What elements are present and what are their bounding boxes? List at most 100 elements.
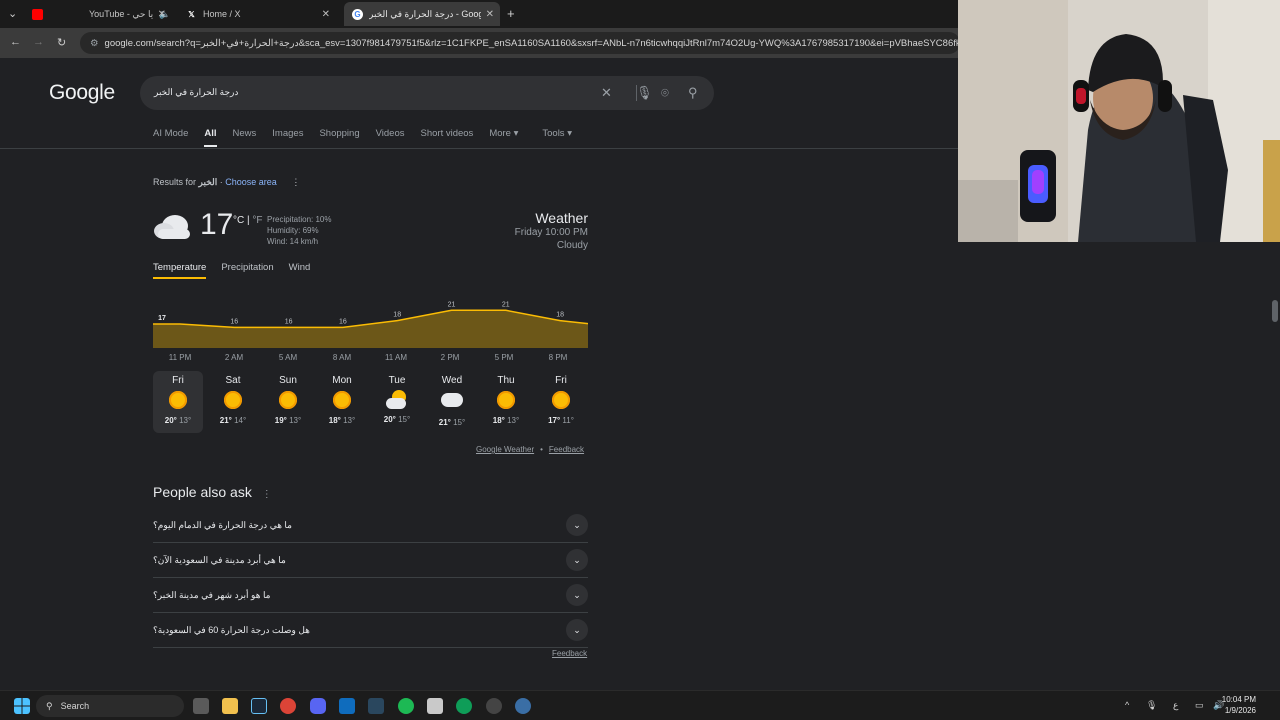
paa-question[interactable]: ما هو أبرد شهر في مدينة الخبر؟ ⌄ bbox=[153, 578, 588, 613]
day-low: 11° bbox=[562, 416, 574, 425]
forecast-day-thu[interactable]: Thu 18° 13° bbox=[481, 371, 531, 433]
fahrenheit-button[interactable]: °F bbox=[252, 215, 262, 226]
tab-ai-mode[interactable]: AI Mode bbox=[153, 128, 188, 139]
day-name: Tue bbox=[388, 375, 406, 386]
chevron-down-icon[interactable]: ⌄ bbox=[566, 549, 588, 571]
page-scrollbar[interactable] bbox=[1272, 300, 1278, 322]
outlook-icon[interactable] bbox=[339, 698, 355, 714]
chevron-down-icon[interactable]: ⌄ bbox=[566, 584, 588, 606]
sun-icon bbox=[552, 391, 570, 409]
chrome-icon[interactable] bbox=[280, 698, 296, 714]
chart-time-axis: 11 PM 2 AM 5 AM 8 AM 11 AM 2 PM 5 PM 8 P… bbox=[153, 353, 588, 365]
sun-icon bbox=[224, 391, 242, 409]
forecast-day-wed[interactable]: Wed 21° 15° bbox=[427, 371, 477, 433]
day-high: 19° bbox=[274, 416, 287, 425]
google-logo[interactable]: Google bbox=[49, 81, 115, 105]
tab-tools[interactable]: Tools ▾ bbox=[542, 128, 572, 139]
paa-question[interactable]: ما هي درجة الحرارة في الدمام اليوم؟ ⌄ bbox=[153, 508, 588, 543]
tab-images[interactable]: Images bbox=[272, 128, 303, 139]
tab-more[interactable]: More ▾ bbox=[489, 128, 518, 139]
tab-search-chevron-icon[interactable]: ⌄ bbox=[8, 7, 17, 20]
address-bar-row: ← → ↻ ⚙ google.com/search?q=درجة+الحرارة… bbox=[0, 28, 960, 58]
lens-icon[interactable]: ⌾ bbox=[661, 85, 669, 101]
forecast-day-sat[interactable]: Sat 21° 14° bbox=[208, 371, 258, 433]
forecast-day-sun[interactable]: Sun 19° 13° bbox=[263, 371, 313, 433]
input-language[interactable]: ع bbox=[1173, 700, 1178, 711]
search-box[interactable]: درجة الحرارة في الخبر ✕ 🎙 ⌾ ⚲ bbox=[140, 76, 714, 110]
wind-text: Wind: 14 km/h bbox=[267, 237, 319, 246]
microphone-icon[interactable]: 🎙 bbox=[1146, 700, 1157, 711]
google-icon: G bbox=[352, 8, 363, 20]
forecast-day-tue[interactable]: Tue 20° 15° bbox=[372, 371, 422, 433]
task-view-icon[interactable] bbox=[193, 698, 209, 714]
clock-time: 10:04 PM bbox=[1221, 695, 1256, 704]
browser-tab-x[interactable]: 𝕏 Home / X ✕ bbox=[186, 4, 336, 24]
forward-icon[interactable]: → bbox=[33, 36, 44, 48]
new-tab-icon[interactable]: + bbox=[507, 6, 515, 21]
paa-question[interactable]: ما هي أبرد مدينة في السعودية الآن؟ ⌄ bbox=[153, 543, 588, 578]
microphone-icon[interactable]: 🎙 bbox=[636, 85, 653, 101]
search-query[interactable]: درجة الحرارة في الخبر bbox=[154, 87, 238, 98]
site-info-icon[interactable]: ⚙ bbox=[90, 38, 99, 49]
tab-videos[interactable]: Videos bbox=[376, 128, 405, 139]
choose-area-link[interactable]: Choose area bbox=[225, 177, 277, 187]
steam-alt-icon[interactable] bbox=[368, 698, 384, 714]
time-label: 11 AM bbox=[384, 353, 408, 362]
tab-temperature[interactable]: Temperature bbox=[153, 262, 207, 279]
more-options-icon[interactable]: ⋮ bbox=[262, 489, 272, 500]
tab-wind[interactable]: Wind bbox=[289, 262, 311, 273]
settings-app-icon[interactable] bbox=[486, 698, 502, 714]
tab-news[interactable]: News bbox=[233, 128, 257, 139]
chrome-profile-icon[interactable] bbox=[456, 698, 472, 714]
google-weather-link[interactable]: Google Weather bbox=[476, 445, 534, 454]
search-icon[interactable]: ⚲ bbox=[688, 85, 698, 101]
forecast-day-mon[interactable]: Mon 18° 13° bbox=[317, 371, 367, 433]
discord-icon[interactable] bbox=[310, 698, 326, 714]
day-high: 21° bbox=[438, 418, 451, 427]
system-clock[interactable]: 10:04 PM 1/9/2026 bbox=[1222, 694, 1256, 716]
reload-icon[interactable]: ↻ bbox=[57, 36, 66, 49]
file-explorer-icon[interactable] bbox=[222, 698, 238, 714]
back-icon[interactable]: ← bbox=[10, 36, 21, 48]
close-tab-icon[interactable]: ✕ bbox=[486, 9, 494, 20]
spotify-icon[interactable] bbox=[398, 698, 414, 714]
app-icon[interactable] bbox=[427, 698, 443, 714]
more-options-icon[interactable]: ⋮ bbox=[291, 177, 300, 187]
url-field[interactable]: ⚙ google.com/search?q=درجة+الحرارة+في+ال… bbox=[80, 32, 960, 54]
time-label: 11 PM bbox=[168, 353, 192, 362]
close-tab-icon[interactable]: ✕ bbox=[322, 9, 330, 20]
tab-short-videos[interactable]: Short videos bbox=[421, 128, 474, 139]
weather-title: Weather bbox=[535, 210, 588, 226]
browser-app-icon[interactable] bbox=[515, 698, 531, 714]
tab-precipitation[interactable]: Precipitation bbox=[221, 262, 273, 273]
celsius-button[interactable]: °C bbox=[233, 215, 244, 226]
browser-tab-youtube[interactable]: YouTube - يا حي 🔈 ✕ bbox=[32, 4, 172, 24]
cloud-icon bbox=[441, 393, 463, 407]
forecast-day-fri[interactable]: Fri 20° 13° bbox=[153, 371, 203, 433]
temperature-data-label: 18 bbox=[556, 312, 564, 319]
paa-question[interactable]: هل وصلت درجة الحرارة 60 في السعودية؟ ⌄ bbox=[153, 613, 588, 648]
tray-overflow-icon[interactable]: ^ bbox=[1125, 700, 1129, 710]
day-low: 13° bbox=[289, 416, 302, 425]
weather-feedback-link[interactable]: Feedback bbox=[549, 445, 584, 454]
tab-all[interactable]: All bbox=[204, 128, 217, 147]
day-low: 13° bbox=[343, 416, 356, 425]
clear-icon[interactable]: ✕ bbox=[601, 85, 612, 101]
tab-title: YouTube - يا حي bbox=[89, 8, 154, 19]
forecast-day-fri-next[interactable]: Fri 17° 11° bbox=[536, 371, 586, 433]
network-icon[interactable]: ▭ bbox=[1195, 700, 1204, 711]
day-high: 18° bbox=[492, 416, 505, 425]
chevron-down-icon[interactable]: ⌄ bbox=[566, 514, 588, 536]
time-label: 5 AM bbox=[278, 353, 298, 362]
paa-feedback-link[interactable]: Feedback bbox=[552, 649, 587, 658]
browser-tab-google[interactable]: G درجة الحرارة في الخبر - Google Search … bbox=[344, 2, 500, 26]
close-tab-icon[interactable]: ✕ bbox=[158, 9, 166, 20]
steam-icon[interactable] bbox=[251, 698, 267, 714]
tab-shopping[interactable]: Shopping bbox=[319, 128, 359, 139]
chevron-down-icon[interactable]: ⌄ bbox=[566, 619, 588, 641]
day-low: 13° bbox=[507, 416, 520, 425]
streamer-video-image bbox=[958, 0, 1280, 242]
windows-start-icon[interactable] bbox=[14, 698, 30, 714]
taskbar-search[interactable]: ⚲ Search bbox=[36, 695, 184, 717]
temperature-data-label: 21 bbox=[448, 301, 456, 308]
